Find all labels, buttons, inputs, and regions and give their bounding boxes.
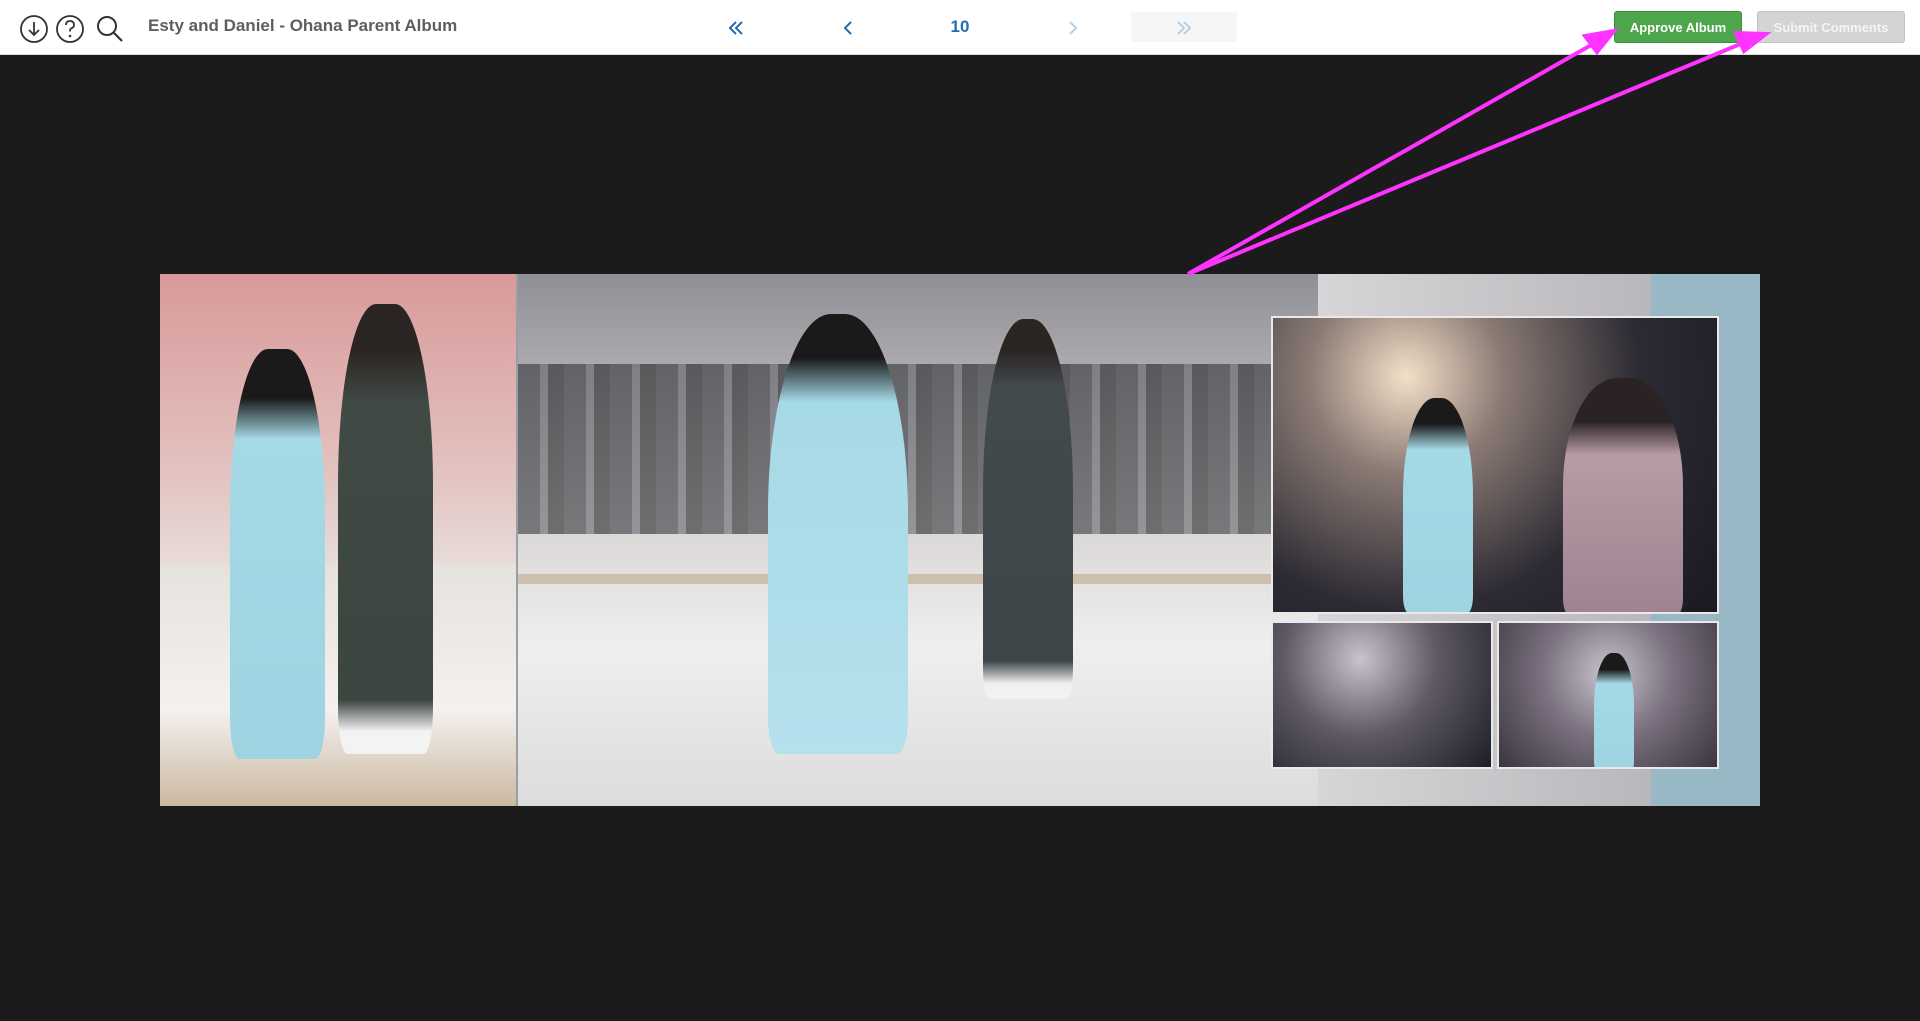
help-icon[interactable]: [53, 12, 87, 46]
family-group-photo: [1497, 621, 1719, 769]
previous-page-icon[interactable]: [833, 13, 863, 43]
submit-comments-button[interactable]: Submit Comments: [1757, 11, 1905, 43]
arrow-to-submit: [1187, 38, 1751, 276]
album-title: Esty and Daniel - Ohana Parent Album: [148, 16, 458, 35]
couple-portrait-photo: [160, 274, 516, 806]
floor-inlay: [518, 574, 1318, 584]
approve-album-button[interactable]: Approve Album: [1614, 11, 1742, 43]
bride-figure: [230, 349, 325, 759]
groom-figure: [338, 304, 433, 754]
page-number: 10: [950, 17, 970, 36]
dancing-groom-figure: [983, 319, 1073, 699]
last-page-icon[interactable]: [1168, 13, 1198, 43]
band-photo: [1271, 621, 1493, 769]
dancing-bride-figure: [768, 314, 908, 754]
dance-floor-photo: [518, 274, 1319, 806]
search-icon[interactable]: [93, 12, 127, 46]
guest-crowd: [518, 364, 1318, 534]
group-bride-figure: [1594, 653, 1634, 767]
download-icon[interactable]: [17, 12, 51, 46]
top-toolbar: Esty and Daniel - Ohana Parent Album 10 …: [0, 0, 1920, 55]
album-spread: [160, 274, 1760, 806]
celebrating-guest-figure: [1563, 378, 1683, 612]
arrow-to-approve: [1187, 38, 1601, 276]
sparkler-bride-figure: [1403, 398, 1473, 612]
next-page-icon[interactable]: [1058, 13, 1088, 43]
sparklers-photo: [1271, 316, 1719, 614]
first-page-icon[interactable]: [722, 13, 752, 43]
